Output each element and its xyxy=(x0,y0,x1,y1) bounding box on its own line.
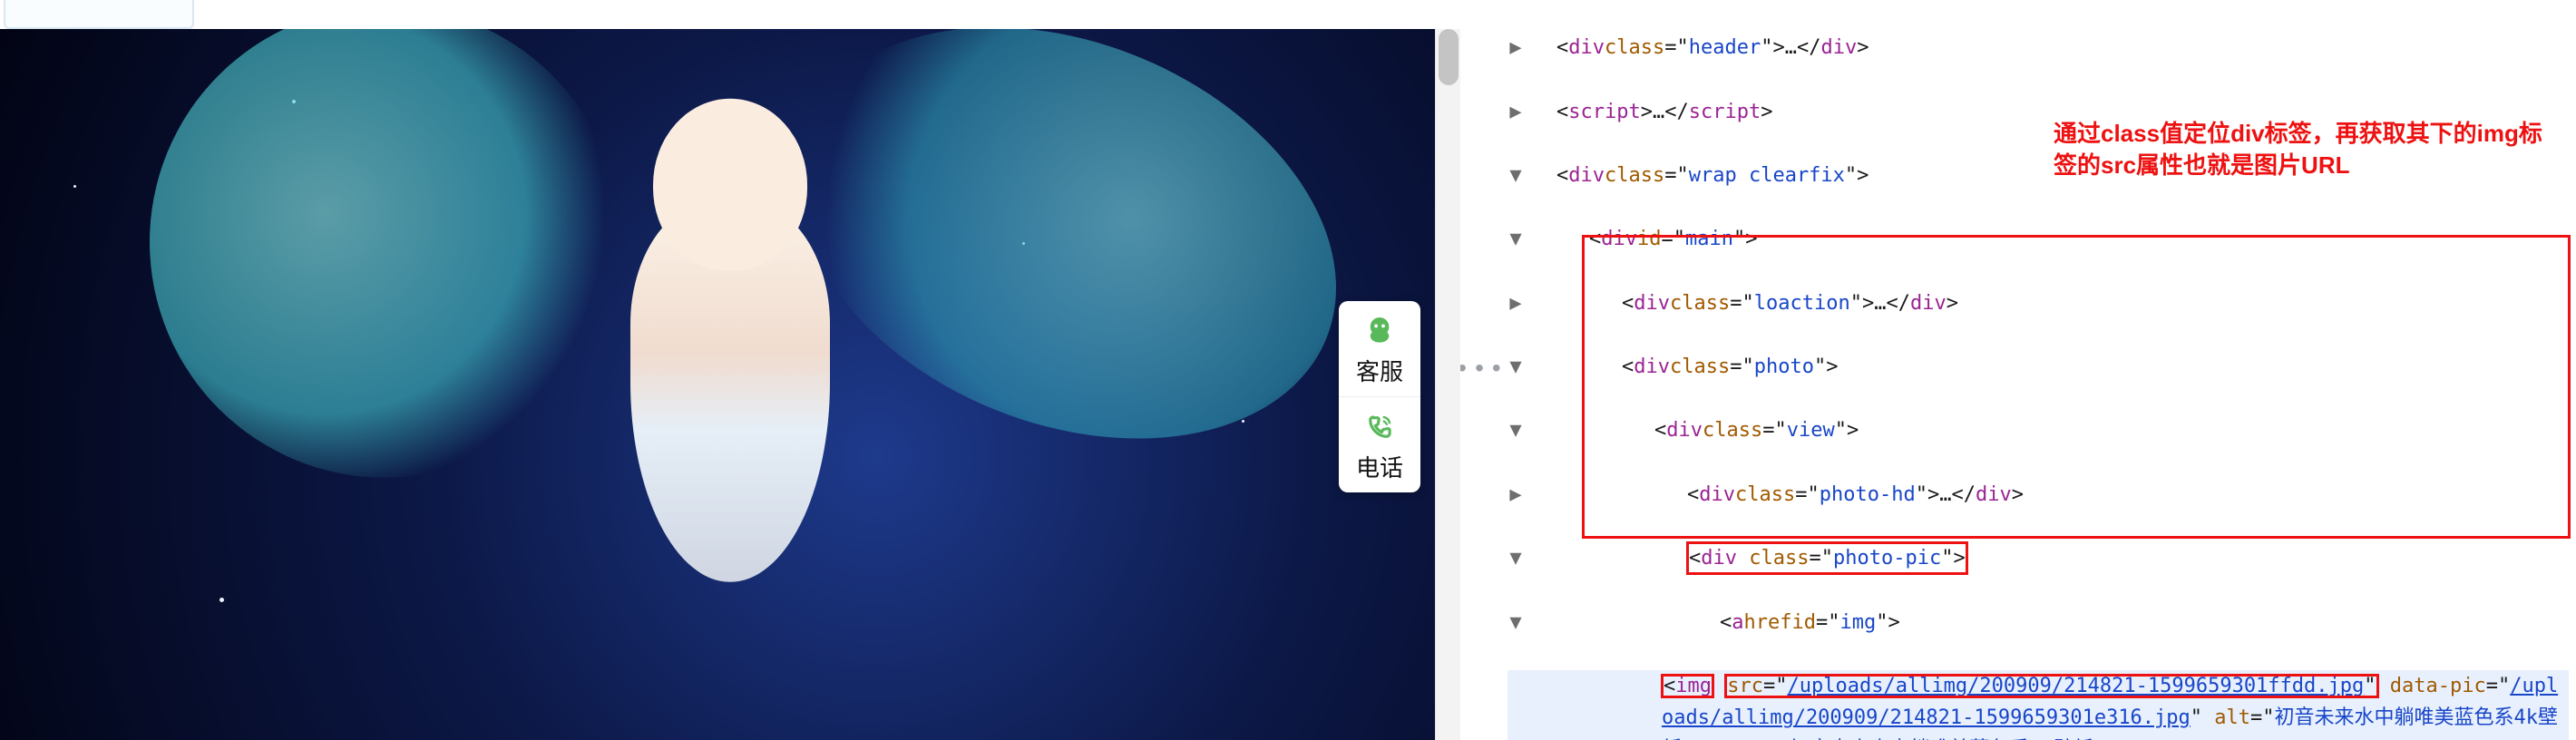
page-preview-pane: 客服 电话 xyxy=(0,0,1460,740)
dom-node-header[interactable]: ▶<div class="header">…</div> xyxy=(1508,32,2569,63)
service-label: 客服 xyxy=(1356,354,1403,387)
dom-node-img-selected[interactable]: <img src="/uploads/allimg/200909/214821-… xyxy=(1508,670,2569,740)
service-icon xyxy=(1362,314,1397,348)
phone-label: 电话 xyxy=(1356,450,1403,483)
dom-node-photo-pic[interactable]: ▼<div class="photo-pic"> xyxy=(1508,542,2569,574)
decoration xyxy=(1242,420,1244,423)
dom-node-a-img[interactable]: ▼<a href id="img"> xyxy=(1508,607,2569,638)
devtools-elements-panel[interactable]: ▶<div class="header">…</div> ▶<script>…<… xyxy=(1500,0,2576,740)
decoration xyxy=(73,185,76,188)
page-scrollbar[interactable] xyxy=(1435,29,1460,740)
app-root: 客服 电话 ••• ▶<div class="header">…</div> ▶… xyxy=(0,0,2576,740)
annotation-text: 通过class值定位div标签，再获取其下的img标签的src属性也就是图片UR… xyxy=(2054,118,2561,181)
contact-service-button[interactable]: 客服 xyxy=(1339,301,1420,396)
pane-resize-handle[interactable]: ••• xyxy=(1460,0,1500,740)
contact-widget: 客服 电话 xyxy=(1339,301,1420,492)
decoration xyxy=(220,598,224,602)
page-header-stub xyxy=(4,0,194,29)
scroll-thumb[interactable] xyxy=(1439,29,1459,85)
phone-icon xyxy=(1362,410,1397,444)
wallpaper-image[interactable]: 客服 电话 xyxy=(0,29,1460,740)
annotation-outer-box xyxy=(1582,235,2571,539)
contact-phone-button[interactable]: 电话 xyxy=(1339,396,1420,492)
figure-silhouette xyxy=(385,61,1075,740)
resize-handle-icon: ••• xyxy=(1455,356,1506,385)
